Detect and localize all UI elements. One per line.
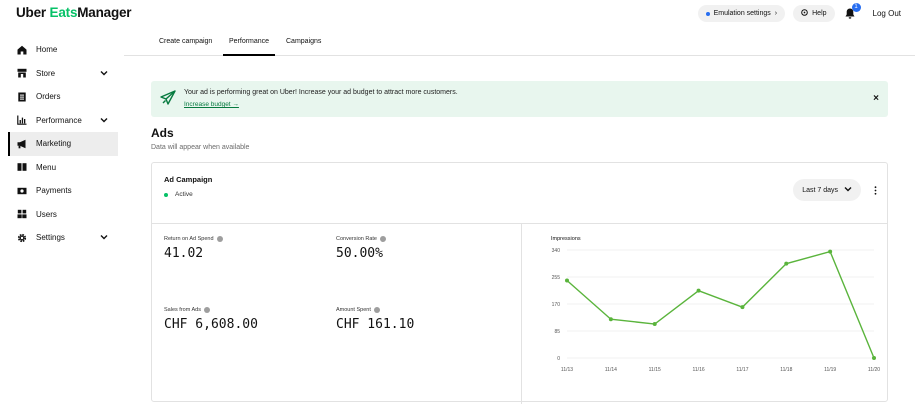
metric-amount-spent: Amount Spent CHF 161.10 bbox=[336, 307, 415, 332]
sidebar-item-settings[interactable]: Settings bbox=[8, 226, 118, 250]
uber-eats-manager-logo[interactable]: Uber EatsManager bbox=[16, 5, 132, 20]
sidebar-item-menu[interactable]: Menu bbox=[8, 156, 118, 180]
impressions-chart: Impressions 0 85 170 255 340 11/13 11/14 11/15 11… bbox=[551, 236, 880, 373]
emulation-settings-button[interactable]: Emulation settings › bbox=[697, 5, 786, 22]
sidebar-item-home[interactable]: Home bbox=[8, 38, 118, 62]
impressions-data-point bbox=[608, 317, 613, 322]
metric-conversion-rate: Conversion Rate 50.00% bbox=[336, 236, 386, 261]
info-icon[interactable] bbox=[379, 236, 386, 242]
y-tick-label: 170 bbox=[552, 302, 561, 308]
metric-value: CHF 161.10 bbox=[336, 317, 415, 332]
chevron-down-icon bbox=[100, 69, 108, 78]
metric-value: 41.02 bbox=[164, 246, 204, 261]
page-title: Ads bbox=[151, 126, 174, 140]
info-icon[interactable] bbox=[204, 307, 210, 313]
metric-sales-from-ads: Sales from Ads CHF 6,608.00 bbox=[164, 307, 258, 332]
x-tick-label: 11/16 bbox=[692, 367, 704, 373]
impressions-series-line bbox=[566, 250, 875, 359]
impressions-data-point bbox=[652, 322, 657, 327]
marketing-tabs: Create campaign Performance Campaigns bbox=[124, 28, 915, 56]
more-options-icon[interactable] bbox=[874, 186, 877, 195]
chart-title: Impressions bbox=[551, 236, 581, 242]
status-badge: Active bbox=[164, 191, 193, 198]
sidebar: Home Store Orders Performance Marketing … bbox=[8, 38, 118, 250]
help-icon bbox=[801, 9, 808, 18]
campaign-title: Ad Campaign bbox=[164, 175, 213, 184]
x-tick-label: 11/14 bbox=[605, 367, 617, 373]
top-right-actions: Emulation settings › Help 1 Log Out bbox=[697, 2, 901, 22]
metric-value: 50.00% bbox=[336, 246, 383, 261]
status-dot-icon bbox=[705, 11, 710, 16]
metric-value: CHF 6,608.00 bbox=[164, 317, 258, 332]
date-range-dropdown[interactable]: Last 7 days bbox=[793, 179, 861, 201]
impressions-data-point bbox=[784, 261, 789, 266]
top-bar: Uber EatsManager Emulation settings › He… bbox=[0, 0, 915, 28]
impressions-data-point bbox=[696, 288, 701, 293]
sidebar-item-payments[interactable]: Payments bbox=[8, 179, 118, 203]
increase-budget-link[interactable]: Increase budget → bbox=[184, 101, 239, 108]
chevron-down-icon bbox=[844, 186, 852, 194]
sidebar-item-marketing[interactable]: Marketing bbox=[8, 132, 118, 156]
info-icon[interactable] bbox=[373, 307, 380, 313]
info-icon[interactable] bbox=[216, 236, 223, 242]
y-tick-label: 85 bbox=[554, 329, 560, 335]
performance-icon bbox=[17, 115, 27, 126]
logout-link[interactable]: Log Out bbox=[873, 9, 901, 18]
promo-banner: Your ad is performing great on Uber! Inc… bbox=[151, 81, 888, 117]
ad-campaign-card: Ad Campaign Active Last 7 days Return on… bbox=[151, 162, 888, 404]
users-icon bbox=[17, 209, 27, 219]
orders-icon bbox=[17, 92, 27, 102]
metric-roas: Return on Ad Spend 41.02 bbox=[164, 236, 223, 261]
gear-icon bbox=[17, 233, 27, 243]
home-icon bbox=[17, 45, 27, 55]
impressions-data-point bbox=[872, 356, 876, 360]
chevron-down-icon bbox=[100, 233, 108, 242]
menu-book-icon bbox=[17, 162, 27, 172]
y-tick-label: 0 bbox=[557, 356, 560, 362]
tab-performance[interactable]: Performance bbox=[222, 38, 276, 56]
megaphone-icon bbox=[17, 139, 27, 149]
x-tick-label: 11/15 bbox=[649, 367, 661, 373]
impressions-data-point bbox=[565, 278, 569, 283]
tab-campaigns[interactable]: Campaigns bbox=[286, 38, 321, 45]
tab-create-campaign[interactable]: Create campaign bbox=[159, 38, 212, 45]
close-icon[interactable]: × bbox=[873, 93, 879, 104]
x-tick-label: 11/19 bbox=[824, 367, 836, 373]
x-tick-label: 11/17 bbox=[736, 367, 748, 373]
y-tick-label: 255 bbox=[552, 275, 561, 281]
page-subtitle: Data will appear when available bbox=[151, 144, 250, 151]
active-dot-icon bbox=[164, 192, 168, 197]
x-tick-label: 11/20 bbox=[868, 367, 880, 373]
x-tick-label: 11/18 bbox=[780, 367, 792, 373]
notification-badge: 1 bbox=[851, 2, 861, 12]
payments-icon bbox=[17, 186, 27, 196]
paper-plane-icon bbox=[160, 90, 176, 111]
impressions-data-point bbox=[740, 305, 745, 310]
store-icon bbox=[17, 68, 27, 78]
chevron-down-icon bbox=[100, 116, 108, 125]
y-tick-label: 340 bbox=[552, 248, 561, 254]
impressions-data-point bbox=[828, 249, 833, 254]
banner-message: Your ad is performing great on Uber! Inc… bbox=[184, 89, 458, 96]
chevron-right-icon: › bbox=[774, 10, 778, 17]
x-tick-label: 11/13 bbox=[561, 367, 573, 373]
notifications-button[interactable]: 1 bbox=[843, 2, 861, 21]
help-button[interactable]: Help bbox=[793, 5, 835, 22]
sidebar-item-performance[interactable]: Performance bbox=[8, 109, 118, 133]
sidebar-item-orders[interactable]: Orders bbox=[8, 85, 118, 109]
sidebar-item-users[interactable]: Users bbox=[8, 203, 118, 227]
sidebar-item-store[interactable]: Store bbox=[8, 62, 118, 86]
